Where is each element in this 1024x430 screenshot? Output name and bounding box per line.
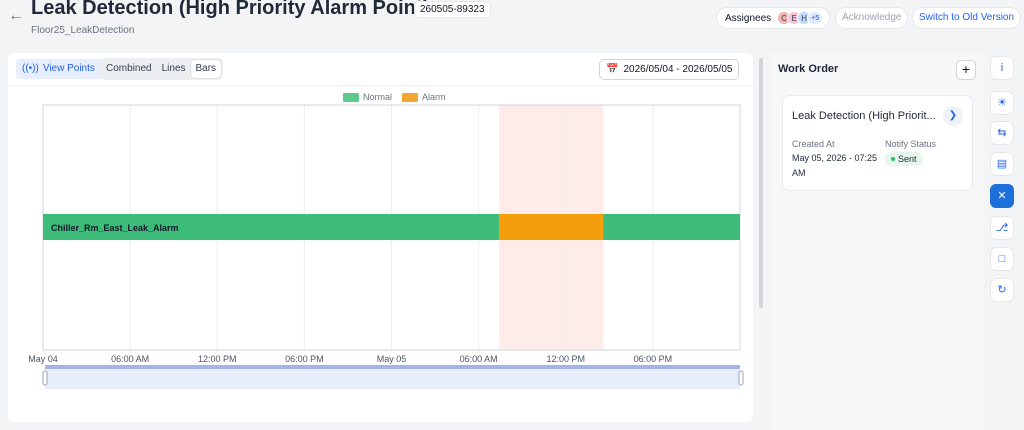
range-slider-track: [45, 369, 740, 389]
range-slider-handle-right[interactable]: [738, 370, 744, 386]
work-order-card-title: Leak Detection (High Priorit...: [792, 110, 936, 122]
tools-icon[interactable]: ✕: [990, 184, 1014, 208]
chart-card: ((•)) View Points Combined Lines Bars 📅 …: [8, 53, 753, 422]
x-tick-label: May 04: [28, 354, 58, 364]
id-badge: 260505-89323: [414, 1, 491, 18]
work-order-panel: Work Order + Leak Detection (High Priori…: [771, 53, 983, 430]
created-at-label: Created At: [792, 139, 835, 149]
chevron-right-icon[interactable]: ❯: [943, 106, 963, 126]
chat-icon[interactable]: □: [990, 247, 1014, 271]
range-slider-handle-left[interactable]: [42, 370, 48, 386]
vertical-scrollbar[interactable]: [759, 58, 763, 308]
avatar-more-count: +5: [807, 11, 824, 25]
x-tick-label: 06:00 AM: [460, 354, 498, 364]
refresh-icon[interactable]: ↻: [990, 278, 1014, 302]
lightbulb-icon[interactable]: ☀: [990, 91, 1014, 115]
work-order-title: Work Order: [778, 63, 839, 75]
bar-segment-alarm[interactable]: [498, 214, 604, 240]
back-arrow-icon[interactable]: ←: [8, 8, 24, 24]
work-order-card[interactable]: Leak Detection (High Priorit... ❯ Create…: [782, 95, 973, 191]
switch-version-button[interactable]: Switch to Old Version: [912, 7, 1022, 29]
bar-segment-normal[interactable]: [603, 214, 740, 240]
acknowledge-button[interactable]: Acknowledge: [835, 7, 909, 29]
info-icon[interactable]: i: [990, 56, 1014, 80]
x-tick-label: 06:00 PM: [285, 354, 324, 364]
bar-category-label: Chiller_Rm_East_Leak_Alarm: [51, 223, 179, 233]
created-at-value: May 05, 2026 - 07:25 AM: [792, 153, 878, 178]
avatar-group: C E H +5: [777, 11, 824, 25]
status-badge: Sent: [885, 152, 923, 166]
flow-icon[interactable]: ⎇: [990, 216, 1014, 240]
x-tick-label: 12:00 PM: [546, 354, 585, 364]
x-tick-label: 06:00 AM: [111, 354, 149, 364]
x-tick-label: 12:00 PM: [198, 354, 237, 364]
sliders-icon[interactable]: ⇆: [990, 121, 1014, 145]
page-title: Leak Detection (High Priority Alarm Poin…: [31, 0, 430, 19]
x-tick-label: 06:00 PM: [634, 354, 673, 364]
notify-status-value: Sent: [898, 154, 917, 164]
assignees-button[interactable]: Assignees C E H +5: [716, 7, 831, 29]
timeline-chart[interactable]: May 04 06:00 AM 12:00 PM 06:00 PM May 05 06:0…: [8, 53, 753, 422]
range-slider-top-bar: [45, 365, 740, 369]
page-subtitle: Floor25_LeakDetection: [31, 25, 135, 36]
notify-status-label: Notify Status: [885, 139, 937, 149]
assignees-label: Assignees: [725, 12, 772, 24]
inbox-icon[interactable]: ▤: [990, 152, 1014, 176]
add-work-order-button[interactable]: +: [956, 60, 976, 80]
x-tick-label: May 05: [377, 354, 407, 364]
status-dot-icon: [891, 157, 895, 161]
page-header: ← Leak Detection (High Priority Alarm Po…: [0, 0, 1024, 44]
